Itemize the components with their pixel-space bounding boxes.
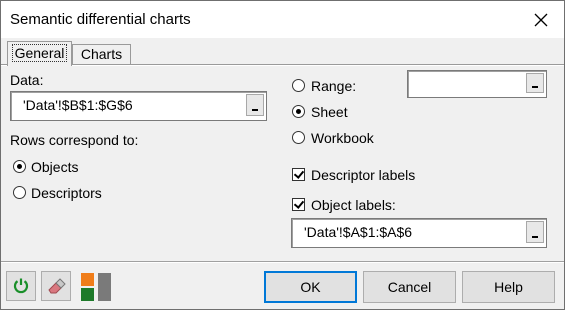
window-title: Semantic differential charts bbox=[10, 11, 191, 28]
help-button[interactable]: Help bbox=[462, 271, 555, 303]
tab-divider-highlight bbox=[1, 65, 564, 66]
dialog-window: Semantic differential charts General Cha… bbox=[0, 0, 565, 310]
data-range-field[interactable]: 'Data'!$B$1:$G$6 bbox=[10, 91, 267, 121]
tab-charts-label: Charts bbox=[80, 46, 123, 62]
object-labels-range-value: 'Data'!$A$1:$A$6 bbox=[304, 224, 413, 240]
objects-radio-label[interactable]: Objects bbox=[31, 159, 78, 175]
range-radio-label[interactable]: Range: bbox=[311, 78, 356, 94]
data-label: Data: bbox=[10, 72, 44, 88]
title-bar: Semantic differential charts bbox=[1, 1, 564, 38]
layout-icon bbox=[81, 273, 111, 301]
footer-separator-highlight bbox=[1, 262, 564, 263]
sheet-radio[interactable] bbox=[292, 105, 305, 118]
rows-correspond-label: Rows correspond to: bbox=[10, 132, 139, 148]
tab-charts[interactable]: Charts bbox=[72, 44, 131, 65]
close-icon bbox=[534, 13, 548, 26]
ok-button[interactable]: OK bbox=[264, 271, 357, 303]
range-radio[interactable] bbox=[292, 79, 305, 92]
descriptors-radio[interactable] bbox=[13, 186, 26, 199]
descriptors-radio-label[interactable]: Descriptors bbox=[31, 185, 102, 201]
cancel-button[interactable]: Cancel bbox=[363, 271, 456, 303]
object-labels-label[interactable]: Object labels: bbox=[311, 197, 396, 213]
output-range-select-button[interactable] bbox=[526, 73, 544, 93]
sheet-radio-label[interactable]: Sheet bbox=[311, 104, 348, 120]
workbook-radio[interactable] bbox=[292, 131, 305, 144]
objects-radio[interactable] bbox=[13, 160, 26, 173]
clear-button[interactable] bbox=[41, 271, 71, 301]
descriptor-labels-checkbox[interactable] bbox=[292, 168, 305, 181]
tab-general[interactable]: General bbox=[7, 41, 72, 66]
layout-toggle-button[interactable] bbox=[79, 272, 113, 302]
output-range-field[interactable] bbox=[407, 70, 547, 98]
workbook-radio-label[interactable]: Workbook bbox=[311, 130, 374, 146]
close-button[interactable] bbox=[518, 1, 564, 38]
reset-button[interactable] bbox=[6, 271, 36, 301]
data-range-value: 'Data'!$B$1:$G$6 bbox=[23, 97, 133, 113]
object-labels-checkbox[interactable] bbox=[292, 198, 305, 211]
eraser-icon bbox=[48, 278, 66, 294]
data-range-select-button[interactable] bbox=[246, 94, 264, 116]
object-labels-range-field[interactable]: 'Data'!$A$1:$A$6 bbox=[291, 218, 547, 248]
descriptor-labels-label[interactable]: Descriptor labels bbox=[311, 167, 415, 183]
reset-icon bbox=[13, 278, 29, 294]
object-labels-select-button[interactable] bbox=[526, 221, 544, 243]
tab-general-label: General bbox=[11, 44, 68, 62]
